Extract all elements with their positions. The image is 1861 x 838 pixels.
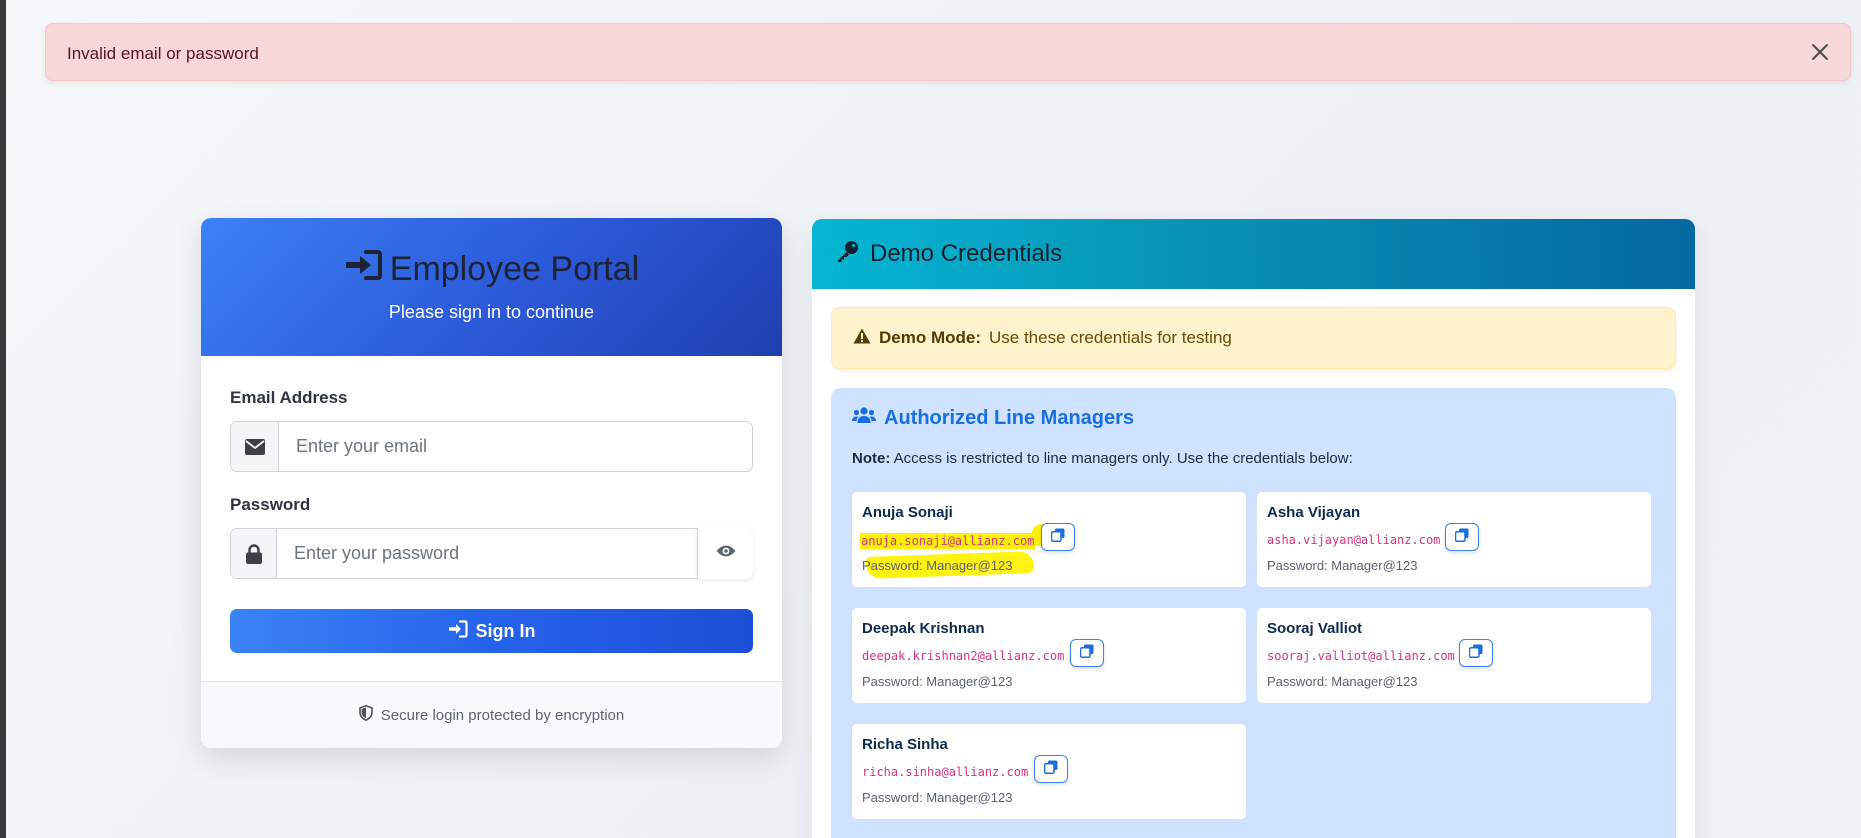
credential-password: Password: Manager@123 <box>862 790 1013 805</box>
credential-name: Richa Sinha <box>862 736 948 753</box>
login-card: Employee Portal Please sign in to contin… <box>201 218 782 748</box>
credential-email: deepak.krishnan2@allianz.com <box>862 649 1065 663</box>
copy-icon <box>1043 760 1058 779</box>
demo-mode-label: Demo Mode: <box>879 328 981 347</box>
sign-in-icon <box>448 619 468 643</box>
credential-password: Password: Manager@123 <box>1267 674 1418 689</box>
credential-password: Password: Manager@123 <box>862 558 1013 573</box>
key-icon <box>836 239 860 270</box>
portal-title: Employee Portal <box>389 250 640 288</box>
credential-password: Password: Manager@123 <box>1267 558 1418 573</box>
copy-email-button[interactable] <box>1070 639 1104 667</box>
copy-icon <box>1079 644 1094 663</box>
credential-email: sooraj.valliot@allianz.com <box>1267 649 1455 663</box>
copy-email-button[interactable] <box>1041 523 1075 551</box>
credential-name: Asha Vijayan <box>1267 504 1361 521</box>
close-icon[interactable] <box>1804 36 1836 68</box>
credential-card: Richa Sinha richa.sinha@allianz.com Pass… <box>852 724 1246 819</box>
email-label: Email Address <box>230 388 348 407</box>
credential-card: Anuja Sonaji anuja.sonaji@allianz.com Pa… <box>852 492 1246 587</box>
credential-name: Anuja Sonaji <box>862 504 953 521</box>
sign-in-button[interactable]: Sign In <box>230 609 753 653</box>
alert-message: Invalid email or password <box>67 44 259 63</box>
page-title: Employee Portal <box>201 249 782 290</box>
login-subtitle: Please sign in to continue <box>388 302 595 322</box>
footer-text: Secure login protected by encryption <box>380 706 625 724</box>
demo-header: Demo Credentials <box>812 219 1695 289</box>
demo-title: Demo Credentials <box>870 240 1063 267</box>
credential-email: richa.sinha@allianz.com <box>862 765 1029 779</box>
demo-mode-banner: Demo Mode: Use these credentials for tes… <box>831 307 1676 369</box>
warning-icon <box>853 328 871 349</box>
copy-email-button[interactable] <box>1459 639 1493 667</box>
credential-email: anuja.sonaji@allianz.com <box>860 533 1036 549</box>
window-edge <box>0 0 6 838</box>
error-alert: Invalid email or password <box>45 23 1851 81</box>
password-field[interactable] <box>277 529 697 578</box>
credential-card: Sooraj Valliot sooraj.valliot@allianz.co… <box>1257 608 1651 703</box>
credential-card: Asha Vijayan asha.vijayan@allianz.com Pa… <box>1257 492 1651 587</box>
login-header: Employee Portal Please sign in to contin… <box>201 218 782 356</box>
copy-icon <box>1468 644 1483 663</box>
envelope-icon <box>231 422 279 471</box>
email-group <box>230 421 753 472</box>
users-icon <box>852 406 876 430</box>
toggle-password-button[interactable] <box>697 528 753 579</box>
credential-name: Sooraj Valliot <box>1267 620 1363 637</box>
copy-icon <box>1050 528 1065 547</box>
password-label: Password <box>230 495 311 514</box>
copy-email-button[interactable] <box>1034 755 1068 783</box>
demo-mode-text: Use these credentials for testing <box>989 328 1232 347</box>
note-text: Access is restricted to line managers on… <box>893 450 1353 467</box>
demo-credentials-card: Demo Credentials Demo Mode: Use these cr… <box>812 219 1695 838</box>
email-field[interactable] <box>279 422 749 471</box>
shield-icon <box>358 704 373 725</box>
managers-title: Authorized Line Managers <box>884 406 1135 429</box>
managers-heading: Authorized Line Managers <box>852 406 1134 430</box>
password-group <box>230 528 753 579</box>
lock-icon <box>231 529 277 578</box>
copy-icon <box>1454 528 1469 547</box>
eye-icon <box>716 544 736 563</box>
copy-email-button[interactable] <box>1445 523 1479 551</box>
sign-in-label: Sign In <box>475 620 536 641</box>
managers-panel: Authorized Line Managers Note: Access is… <box>831 388 1676 838</box>
login-footer: Secure login protected by encryption <box>201 681 782 748</box>
credential-card: Deepak Krishnan deepak.krishnan2@allianz… <box>852 608 1246 703</box>
note-label: Note: <box>852 450 891 467</box>
credential-name: Deepak Krishnan <box>862 620 985 637</box>
managers-note: Note: Access is restricted to line manag… <box>852 450 1353 467</box>
sign-in-icon <box>344 249 382 290</box>
credential-password: Password: Manager@123 <box>862 674 1013 689</box>
credential-email: asha.vijayan@allianz.com <box>1267 533 1441 547</box>
